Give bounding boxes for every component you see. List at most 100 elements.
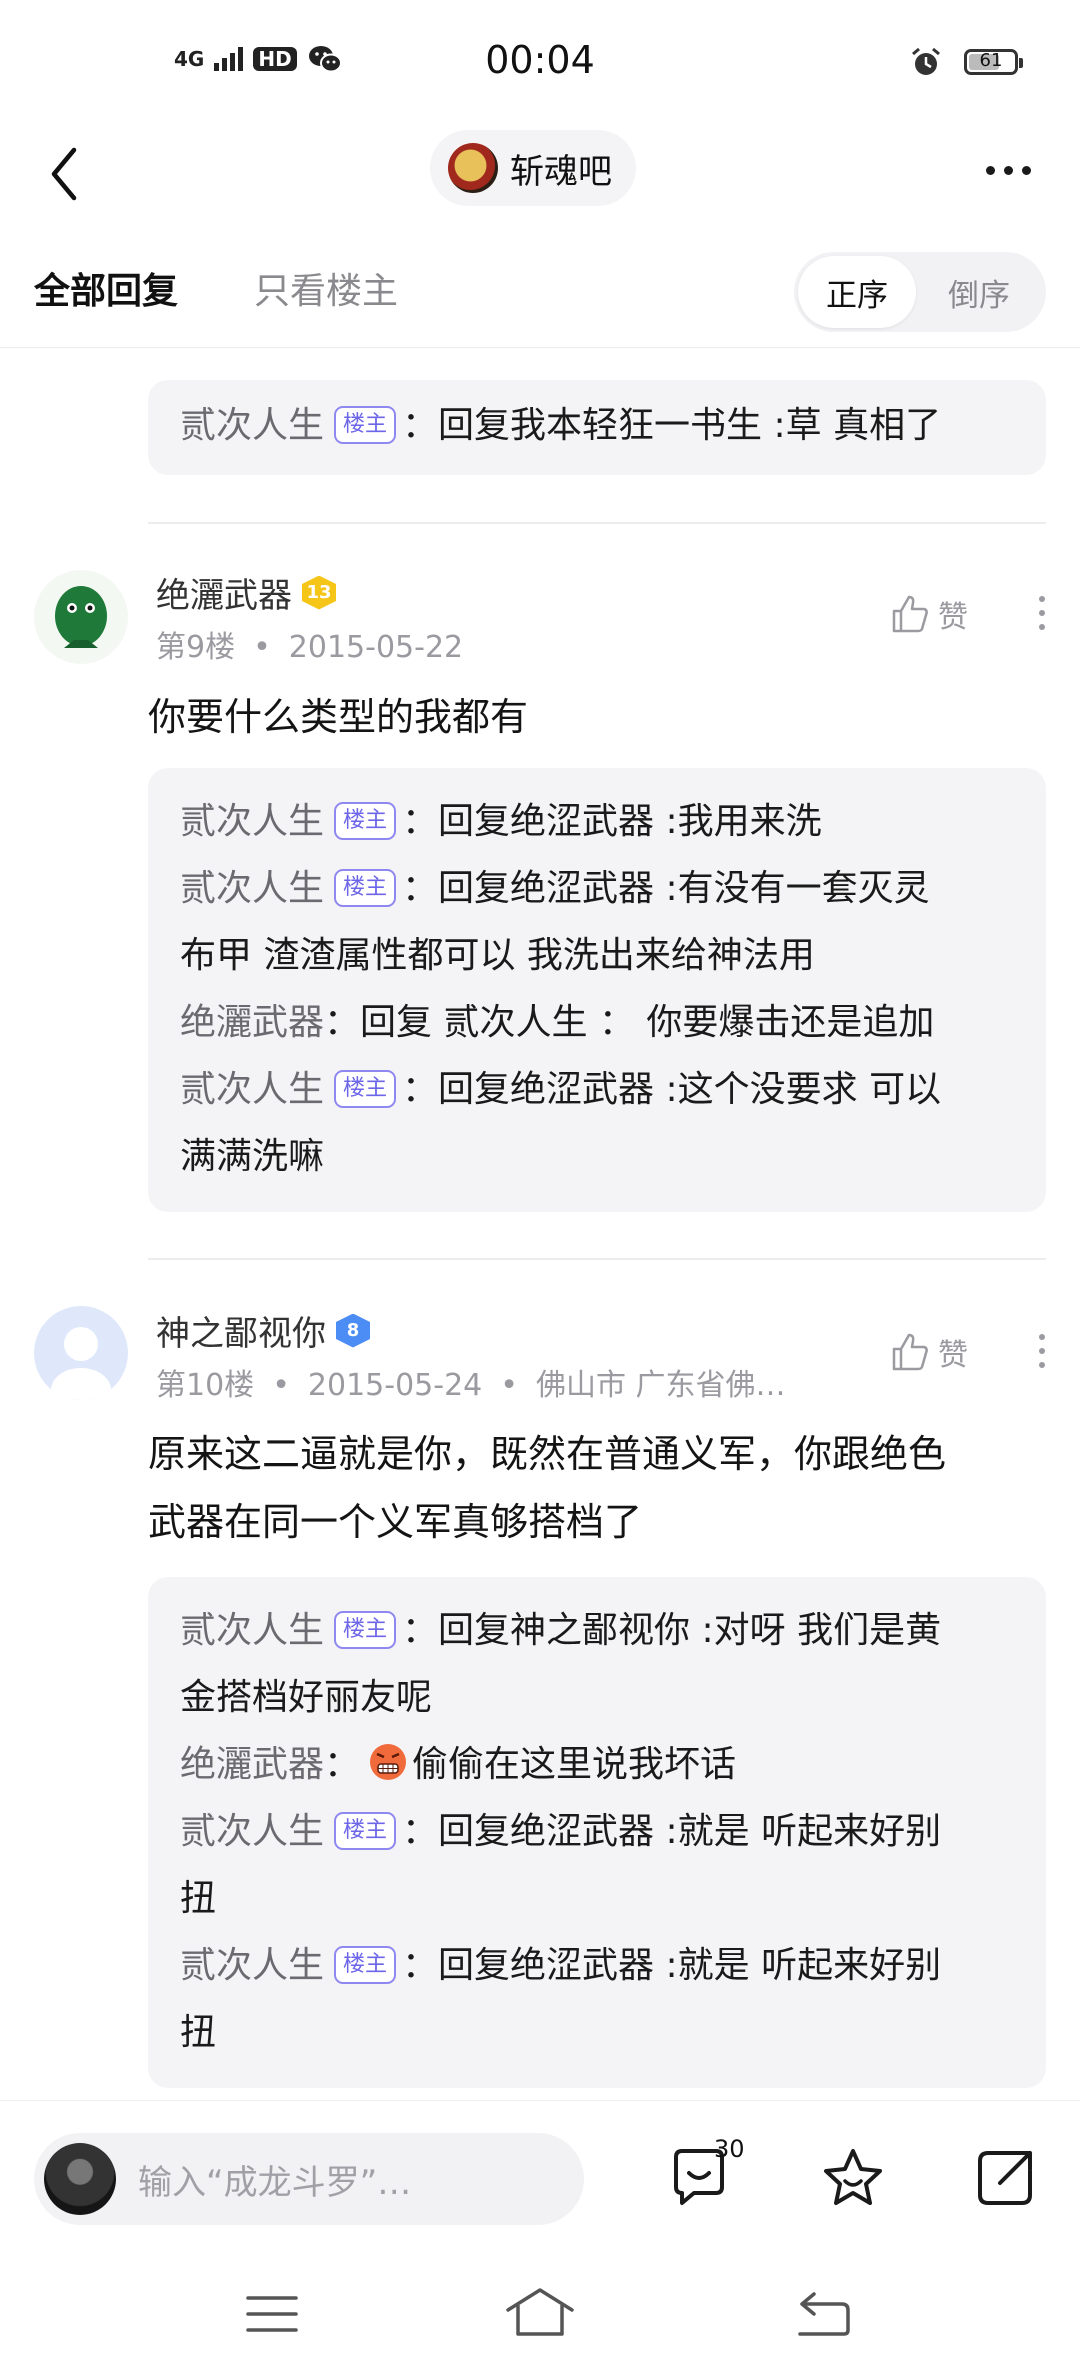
sub-reply-user[interactable]: 贰次人生 [180,1945,324,1986]
sub-reply-text: 回复绝涩武器 :有没有一套灭灵 [438,868,930,909]
sub-reply-user[interactable]: 贰次人生 [180,1811,324,1852]
sub-reply-user[interactable]: 贰次人生 [180,1069,324,1110]
sub-reply[interactable]: 贰次人生 楼主 ：回复我本轻狂一书生 :草 真相了 [180,392,1016,459]
avatar[interactable] [34,1306,128,1400]
forum-name: 斩魂吧 [510,151,612,192]
post-date: 2015-05-24 [307,1368,483,1403]
sub-reply-separator: ： [402,868,439,909]
forum-header-button[interactable]: 斩魂吧 [430,130,636,206]
post-divider [148,522,1046,524]
share-icon[interactable] [970,2143,1040,2213]
like-button[interactable]: 赞 [888,1330,968,1374]
sub-reply-user[interactable]: 贰次人生 [180,1610,324,1651]
post-divider [148,1258,1046,1260]
sub-reply-separator: ： [402,1069,439,1110]
sub-reply-text: 回复绝涩武器 :就是 听起来好别 [438,1945,942,1986]
thumbs-up-icon [892,595,928,633]
sub-reply-box: 贰次人生 楼主 ：回复我本轻狂一书生 :草 真相了 [148,380,1046,475]
sub-reply-box: 贰次人生 楼主 ：回复绝涩武器 :我用来洗 贰次人生 楼主 ：回复绝涩武器 :有没有一套… [148,768,1046,1212]
battery-level: 61 [979,50,1003,71]
op-badge: 楼主 [334,1812,397,1850]
op-badge: 楼主 [334,406,397,444]
post-options-icon[interactable] [1036,1334,1048,1368]
sub-reply-user[interactable]: 贰次人生 [180,801,324,842]
post-meta: 第10楼 • 2015-05-24 • 佛山市 广东省佛… [156,1360,786,1404]
my-avatar [44,2143,116,2215]
meta-dot: • [272,1368,290,1403]
alarm-icon [912,47,940,75]
post-content-line: 原来这二逼就是你，既然在普通义军，你跟绝色 [148,1432,947,1476]
post-date: 2015-05-22 [288,630,464,665]
like-label: 赞 [938,600,968,635]
reply-bar: 输入“成龙斗罗”… 30 [0,2100,1080,2251]
sub-reply-separator: ： [324,1002,361,1043]
status-bar: 4G HD 00:04 61 [0,0,1080,128]
op-badge: 楼主 [334,802,397,840]
sort-desc-button[interactable]: 倒序 [920,256,1038,328]
op-badge: 楼主 [334,1611,397,1649]
post-options-icon[interactable] [1036,596,1048,630]
post-username[interactable]: 绝灑武器 13 [156,568,336,617]
sub-reply-user[interactable]: 贰次人生 [180,868,324,909]
sort-toggle: 正序 倒序 [794,252,1046,332]
sub-reply[interactable]: 贰次人生 楼主 ：回复神之鄙视你 :对呀 我们是黄 金搭档好丽友呢 [180,1597,1016,1731]
sub-reply[interactable]: 绝灑武器：回复 贰次人生 ： 你要爆击还是追加 [180,989,1016,1056]
back-nav-icon[interactable] [794,2288,854,2340]
sub-reply[interactable]: 贰次人生 楼主 ：回复绝涩武器 :就是 听起来好别扭 [180,1798,1016,1932]
floor-number: 第9楼 [156,630,236,665]
meta-dot: • [500,1368,518,1403]
sub-reply-user[interactable]: 贰次人生 [180,405,324,446]
system-nav-bar [0,2250,1080,2376]
avatar[interactable] [34,570,128,664]
post-meta: 第9楼 • 2015-05-22 [156,622,463,666]
sub-reply[interactable]: 贰次人生 楼主 ：回复绝涩武器 :就是 听起来好别扭 [180,1932,1016,2066]
home-icon[interactable] [504,2284,576,2340]
username-text[interactable]: 绝灑武器 [156,568,292,617]
sub-reply[interactable]: 绝灑武器： 偷偷在这里说我坏话 [180,1731,1016,1798]
sub-reply-text: 回复绝涩武器 :我用来洗 [438,801,822,842]
back-arrow-icon[interactable] [42,138,90,210]
reply-input[interactable]: 输入“成龙斗罗”… [34,2133,584,2225]
sub-reply-separator: ： [324,1744,361,1785]
tab-all-replies[interactable]: 全部回复 [34,262,178,314]
top-nav: 斩魂吧 [0,128,1080,230]
sub-reply-separator: ： [402,1945,439,1986]
sub-reply-separator: ： [402,405,439,446]
sub-reply-text-cont: 满满洗嘛 [180,1136,325,1177]
more-icon[interactable] [986,150,1046,190]
level-badge: 8 [336,1313,370,1348]
sub-reply-text: 偷偷在这里说我坏话 [412,1744,737,1785]
sub-reply[interactable]: 贰次人生 楼主 ：回复绝涩武器 :有没有一套灭灵 布甲 渣渣属性都可以 我洗出来给神法… [180,855,1016,989]
op-badge: 楼主 [334,1946,397,1984]
angry-emoji-icon [370,1744,407,1780]
reply-placeholder: 输入“成龙斗罗”… [138,2163,412,2203]
meta-dot: • [253,630,271,665]
post-username[interactable]: 神之鄙视你 8 [156,1306,370,1355]
sub-reply-text-cont: 扭 [180,1878,217,1919]
sub-reply-text-cont: 扭 [180,2012,217,2053]
like-button[interactable]: 赞 [888,592,968,636]
sub-reply-text: 回复绝涩武器 :就是 听起来好别 [438,1811,942,1852]
sub-reply-text: 回复 贰次人生 ： 你要爆击还是追加 [360,1002,935,1043]
thumbs-up-icon [892,1333,928,1371]
sub-reply[interactable]: 贰次人生 楼主 ：回复绝涩武器 :我用来洗 [180,788,1016,855]
sub-reply-user[interactable]: 绝灑武器 [180,1744,324,1785]
menu-icon[interactable] [244,2290,300,2338]
post-content-line: 武器在同一个义军真够搭档了 [148,1500,643,1544]
status-right: 61 [910,46,1023,78]
star-icon[interactable] [818,2143,888,2213]
sub-reply-text-cont: 金搭档好丽友呢 [180,1677,433,1718]
sub-reply-user[interactable]: 绝灑武器 [180,1002,324,1043]
op-badge: 楼主 [334,869,397,907]
floor-number: 第10楼 [156,1368,255,1403]
level-badge: 13 [302,575,336,610]
sort-asc-button[interactable]: 正序 [798,256,916,328]
sub-reply-box: 贰次人生 楼主 ：回复神之鄙视你 :对呀 我们是黄 金搭档好丽友呢 绝灑武器： 偷偷在… [148,1577,1046,2088]
username-text[interactable]: 神之鄙视你 [156,1306,326,1355]
sub-reply-text: 回复绝涩武器 :这个没要求 可以 [438,1069,942,1110]
sub-reply-separator: ： [402,1811,439,1852]
tab-op-only[interactable]: 只看楼主 [254,262,398,314]
sub-reply[interactable]: 贰次人生 楼主 ：回复绝涩武器 :这个没要求 可以 满满洗嘛 [180,1056,1016,1190]
sub-reply-separator: ： [402,1610,439,1651]
sub-reply-separator: ： [402,801,439,842]
